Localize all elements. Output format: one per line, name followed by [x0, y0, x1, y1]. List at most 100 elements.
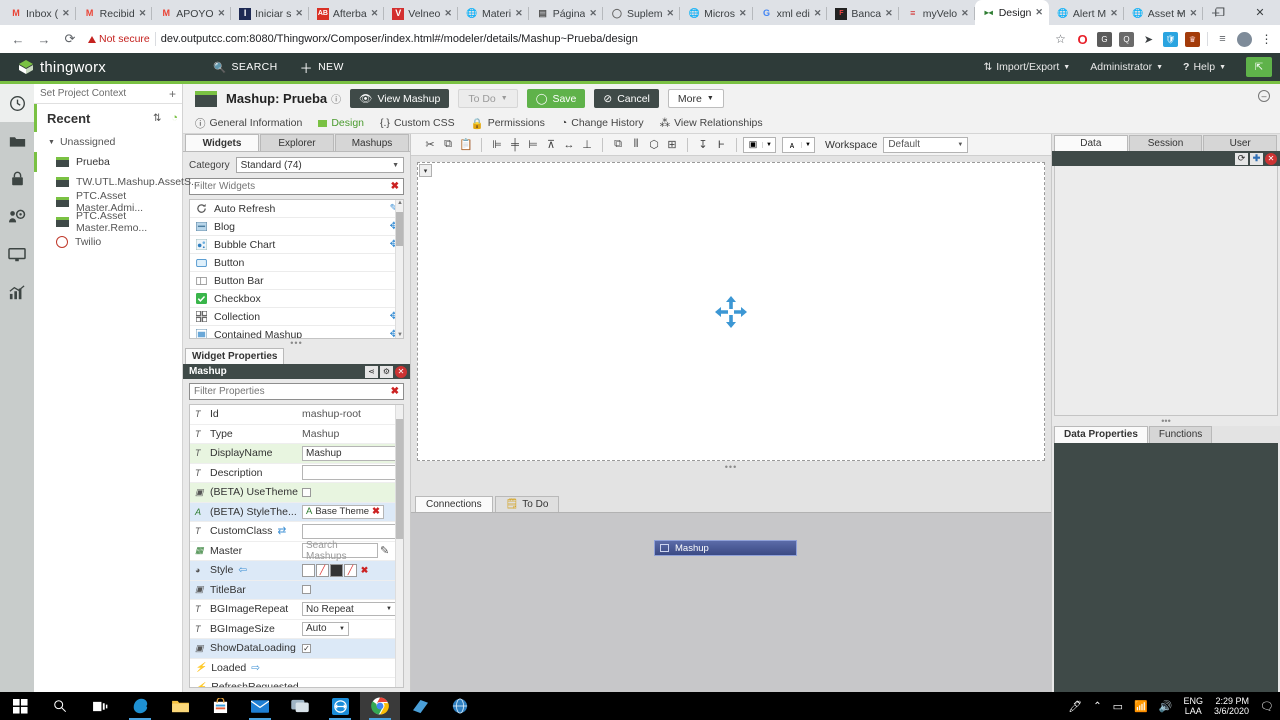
scrollbar-thumb[interactable]	[396, 419, 403, 539]
browser-tab[interactable]: ▤ Página ✕	[529, 2, 604, 25]
tab-widget-properties[interactable]: Widget Properties	[185, 348, 285, 364]
language-indicator[interactable]: ENG LAA	[1183, 696, 1203, 716]
tab-connections[interactable]: Connections	[415, 496, 493, 512]
swatch-none-1[interactable]: ╱	[316, 563, 329, 577]
nav-view-relationships[interactable]: ⁂ View Relationships	[660, 117, 763, 129]
showdataloading-checkbox[interactable]: ✓	[302, 643, 311, 653]
administrator-menu[interactable]: Administrator ▼	[1090, 61, 1163, 73]
binding-icon[interactable]: ⇨	[251, 662, 260, 674]
style-theme-chip[interactable]: A Base Theme ✖	[302, 504, 385, 519]
browser-tab[interactable]: F Banca ✕	[827, 2, 900, 25]
taskview-icon[interactable]	[80, 692, 120, 720]
tab-explorer[interactable]: Explorer	[260, 134, 334, 151]
menu-kebab-icon[interactable]: ⋮	[1259, 32, 1274, 47]
close-icon[interactable]: ✕	[814, 8, 822, 19]
rail-item-users[interactable]	[0, 198, 34, 236]
align-top-icon[interactable]: ⊼	[542, 136, 560, 154]
search-icon[interactable]	[40, 692, 80, 720]
maximize-button[interactable]: ❐	[1200, 6, 1240, 19]
list-item[interactable]: Blog ✥	[190, 218, 403, 236]
tab-user[interactable]: User	[1203, 135, 1278, 151]
edge-icon[interactable]	[120, 692, 160, 720]
rail-item-analytics[interactable]	[0, 274, 34, 312]
font-dropdown[interactable]: ᴀ ▼	[782, 136, 815, 153]
close-icon[interactable]: ✕	[739, 8, 747, 19]
property-row-bgimagerepeat[interactable]: T BGImageRepeat No Repeat ▼	[190, 600, 403, 620]
sidebar-item-3[interactable]: PTC.Asset Master.Remo...	[34, 210, 182, 234]
help-menu[interactable]: ? Help ▼	[1183, 61, 1226, 73]
import-export-menu[interactable]: ⇅ Import/Export ▼	[983, 61, 1070, 73]
save-button[interactable]: ◯ Save	[526, 89, 586, 108]
align-bottom-icon[interactable]: ⊥	[578, 136, 596, 154]
help-icon[interactable]: ⓘ	[331, 91, 341, 106]
property-row-description[interactable]: T Description	[190, 464, 403, 483]
property-row-refreshrequested[interactable]: ⚡RefreshRequested⇨	[190, 678, 403, 687]
canvas-collapse-handle[interactable]: ▾	[419, 164, 432, 177]
tab-data[interactable]: Data	[1054, 135, 1128, 151]
more-button[interactable]: More ▼	[667, 89, 724, 108]
tab-todo[interactable]: 🗒 To Do	[494, 496, 560, 512]
close-icon[interactable]: ✕	[589, 8, 597, 19]
close-icon[interactable]: ✕	[295, 8, 303, 19]
style-swatches[interactable]: ╱ ╱ ✖	[302, 563, 372, 577]
nav-custom-css[interactable]: {.} Custom CSS	[380, 117, 455, 129]
workspace-select[interactable]: Default ▼	[883, 136, 969, 153]
list-item[interactable]: Button Bar	[190, 272, 403, 290]
close-icon[interactable]: ✕	[1110, 8, 1118, 19]
wifi-icon[interactable]: 📶	[1134, 700, 1148, 713]
widget-list-scrollbar[interactable]: ▲ ▼	[395, 200, 403, 338]
refresh-icon[interactable]: ⟳	[1235, 152, 1248, 165]
store-icon[interactable]	[200, 692, 240, 720]
binding-icon[interactable]: ⇦	[238, 564, 247, 576]
panel-resize-handle[interactable]: •••	[183, 339, 410, 348]
property-row-bgimagesize[interactable]: T BGImageSize Auto ▼	[190, 620, 403, 639]
search-button[interactable]: 🔍 SEARCH	[213, 61, 278, 74]
cancel-button[interactable]: ⊘ Cancel	[594, 89, 659, 108]
pen-icon[interactable]: 🖊	[1068, 700, 1082, 713]
properties-scrollbar[interactable]	[395, 405, 403, 687]
list-item[interactable]: Button	[190, 254, 403, 272]
notes-icon[interactable]	[400, 692, 440, 720]
data-properties-body[interactable]	[1054, 443, 1278, 692]
distribute-horizontal-icon[interactable]: ⧉	[609, 136, 627, 154]
collapse-panel-icon[interactable]: –	[1258, 90, 1270, 102]
clear-icon[interactable]: ✖	[391, 386, 399, 397]
swatch-white[interactable]	[302, 563, 315, 577]
property-row-displayname[interactable]: T DisplayName Mashup	[190, 444, 403, 464]
list-item[interactable]: Checkbox	[190, 290, 403, 308]
browser-tab[interactable]: M APOYO ✕	[152, 2, 232, 25]
close-icon[interactable]: ✕	[218, 8, 226, 19]
data-panel-body[interactable]	[1054, 166, 1278, 416]
nav-general-information[interactable]: ⓘ General Information	[195, 116, 302, 131]
right-panel-resize-handle[interactable]: •••	[1052, 416, 1280, 426]
battery-icon[interactable]: ▭	[1113, 700, 1123, 713]
usethemefor-checkbox[interactable]	[302, 487, 311, 497]
align-middle-icon[interactable]: ↔	[560, 136, 578, 154]
property-row-usethemefor[interactable]: ▣ (BETA) UseThemeFor...	[190, 483, 403, 503]
sidebar-item-twilio[interactable]: Twilio	[34, 232, 182, 252]
property-row-styletheme[interactable]: A(BETA) StyleThe...⇦ABase Theme✖	[190, 502, 403, 522]
swatch-none-2[interactable]: ╱	[344, 563, 357, 577]
titlebar-checkbox[interactable]	[302, 585, 311, 595]
grammarly-icon[interactable]: G	[1097, 31, 1112, 47]
tab-widgets[interactable]: Widgets	[185, 134, 259, 151]
reading-list-icon[interactable]: ≡	[1215, 32, 1230, 47]
view-mashup-button[interactable]: 👁 View Mashup	[350, 89, 450, 108]
cut-icon[interactable]: ✂	[421, 136, 439, 154]
address-bar[interactable]: Not secure dev.outputcc.com:8080/Thingwo…	[88, 29, 1045, 49]
close-icon[interactable]: ✕	[515, 8, 523, 19]
browser-tab[interactable]: V Velneo ✕	[384, 2, 458, 25]
align-right-icon[interactable]: ⊨	[524, 136, 542, 154]
scrollbar-thumb[interactable]	[396, 212, 403, 246]
clear-style-icon[interactable]: ✖	[358, 564, 371, 577]
forward-icon[interactable]: →	[32, 32, 56, 47]
fit-icon[interactable]: ⊞	[663, 136, 681, 154]
gear-icon[interactable]: ⚙	[380, 365, 393, 378]
volume-icon[interactable]: 🔊	[1159, 700, 1173, 713]
reload-icon[interactable]: ⟳	[58, 31, 82, 47]
rail-item-security[interactable]	[0, 160, 34, 198]
explorer-icon[interactable]	[160, 692, 200, 720]
list-item[interactable]: Bubble Chart ✥	[190, 236, 403, 254]
profile-avatar-icon[interactable]	[1237, 31, 1252, 47]
browser-tab[interactable]: 🌐 Alert M ✕	[1049, 2, 1124, 25]
